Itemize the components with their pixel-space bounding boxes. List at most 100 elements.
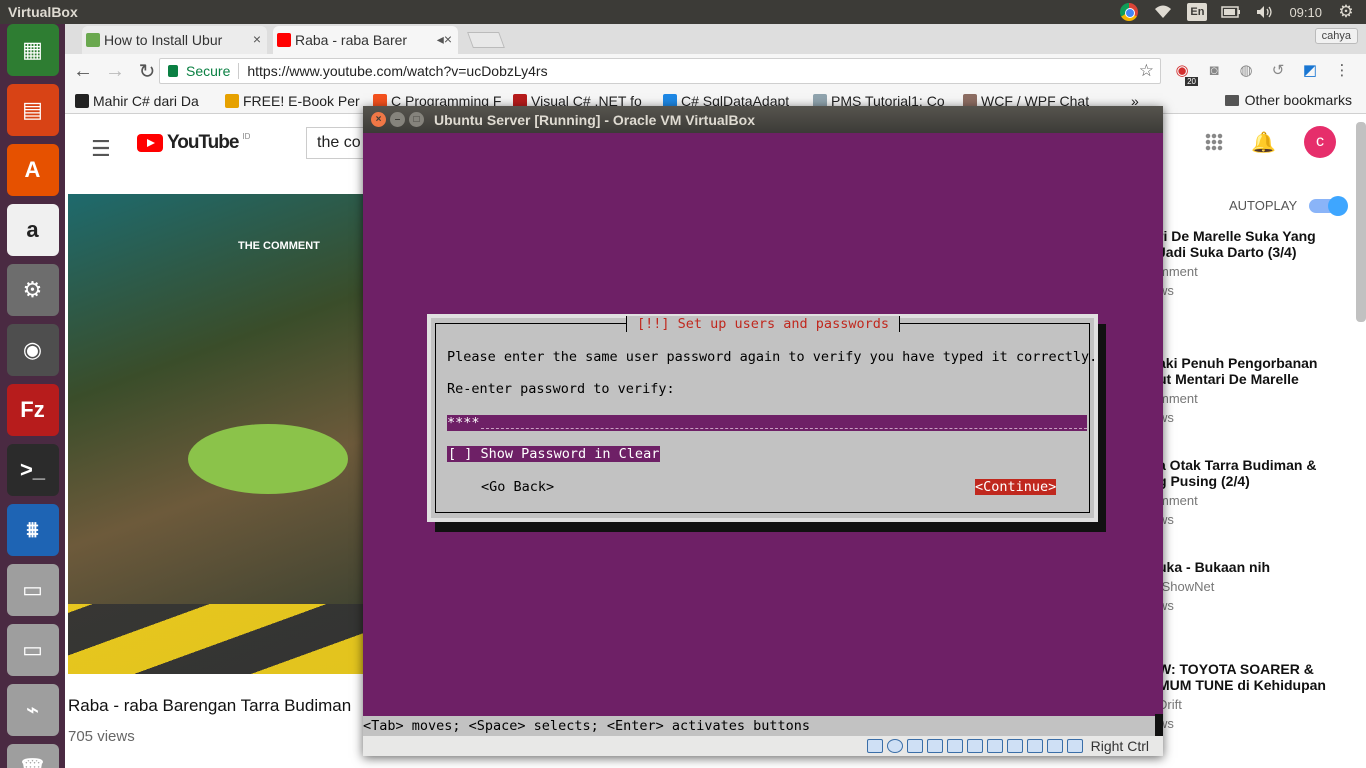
virtualbox-icon[interactable]: ⩩ (6, 504, 59, 556)
show-password-checkbox[interactable]: [ ] Show Password in Clear (447, 446, 661, 462)
adblock-extension-icon[interactable]: ◉ 20 (1172, 60, 1198, 86)
amazon-icon[interactable]: a (6, 204, 59, 256)
vm-titlebar[interactable]: × – □ Ubuntu Server [Running] - Oracle V… (363, 106, 1163, 133)
usb-status-icon[interactable] (946, 739, 963, 753)
filezilla-icon[interactable]: Fz (6, 384, 59, 436)
go-back-button[interactable]: <Go Back> (481, 479, 554, 495)
apps-grid-icon[interactable] (1205, 133, 1224, 151)
globe-extension-icon[interactable]: ◍ (1236, 60, 1256, 80)
wifi-icon[interactable] (1153, 3, 1173, 21)
back-arrow-icon[interactable]: ← (69, 57, 97, 85)
recommendation-item[interactable]: W: TOYOTA SOARER & MUM TUNE di Kehidupan… (1158, 661, 1358, 731)
optical-drive-status-icon[interactable] (886, 739, 903, 753)
shared-folders-status-icon[interactable] (966, 739, 983, 753)
new-tab-button[interactable] (467, 32, 505, 48)
password-field-label: Re-enter password to verify: (447, 381, 675, 397)
display-status-icon[interactable] (986, 739, 1003, 753)
tab-how-to-install[interactable]: How to Install Ubur × (82, 26, 267, 54)
tab-raba-raba[interactable]: Raba - raba Barer ◂× (273, 26, 458, 54)
bookmark-star-icon[interactable]: ☆ (1139, 61, 1154, 81)
recommendation-item[interactable]: ri De Marelle Suka Yang Jadi Suka Darto … (1158, 228, 1358, 298)
recommendation-item[interactable]: aki Penuh Pengorbanan ut Mentari De Mare… (1158, 355, 1358, 425)
maximize-window-icon[interactable]: □ (409, 112, 424, 127)
libreoffice-calc-icon[interactable]: ▦ (6, 24, 59, 76)
history-extension-icon[interactable]: ↺ (1268, 60, 1288, 80)
gear-icon[interactable]: ⚙ (1336, 2, 1356, 21)
chrome-icon[interactable]: ◉ (6, 324, 59, 376)
other-bookmarks-button[interactable]: Other bookmarks (1224, 92, 1352, 108)
trash-icon[interactable]: 🗑 (6, 744, 59, 768)
libreoffice-impress-icon[interactable]: ▤ (6, 84, 59, 136)
network-status-icon[interactable] (926, 739, 943, 753)
avatar[interactable]: c (1304, 126, 1336, 158)
youtube-play-icon (137, 134, 163, 152)
password-verify-input[interactable]: **** (447, 415, 1087, 431)
dialog-frame: [!!] Set up users and passwords Please e… (435, 316, 1097, 513)
chrome-tray-icon[interactable] (1119, 3, 1139, 21)
video-views: 705 views (68, 728, 135, 745)
close-tab-icon[interactable]: × (253, 31, 261, 47)
drive-icon[interactable]: ▭ (6, 564, 59, 616)
vm-window-title: Ubuntu Server [Running] - Oracle VM Virt… (434, 111, 756, 128)
camera-extension-icon[interactable]: ◙ (1204, 60, 1224, 80)
hard-disk-status-icon[interactable] (866, 739, 883, 753)
bookmark-item[interactable]: FREE! E-Book Per (225, 93, 363, 109)
ubuntu-software-icon[interactable]: A (6, 144, 59, 196)
minimize-window-icon[interactable]: – (390, 112, 405, 127)
system-settings-icon[interactable]: ⚙ (6, 264, 59, 316)
youtube-logo[interactable]: YouTube ID (137, 132, 250, 154)
forward-arrow-icon[interactable]: → (101, 57, 129, 85)
folder-icon (1224, 94, 1239, 106)
video-player[interactable]: THE COMMENT (68, 194, 368, 674)
clock[interactable]: 09:10 (1289, 5, 1322, 20)
help-line-corner (1155, 714, 1163, 736)
hamburger-menu-icon[interactable]: ☰ (91, 136, 111, 162)
recommendation-item[interactable]: a Otak Tarra Budiman & g Pusing (2/4) mm… (1158, 457, 1358, 527)
video-overlay-text: THE COMMENT (238, 240, 320, 252)
host-key-label[interactable]: Right Ctrl (1091, 738, 1149, 754)
cpu-status-icon[interactable] (1026, 739, 1043, 753)
profile-chip[interactable]: cahya (1314, 28, 1358, 44)
system-tray: En 09:10 ⚙ (1119, 2, 1366, 21)
window-controls: × – □ (371, 112, 424, 127)
battery-icon[interactable] (1221, 3, 1241, 21)
virtualbox-window: × – □ Ubuntu Server [Running] - Oracle V… (363, 106, 1163, 756)
recommendation-item[interactable]: uka - Bukaan nih tShowNet ws (1158, 559, 1358, 613)
keyboard-language-indicator[interactable]: En (1187, 3, 1208, 21)
autoplay-toggle[interactable] (1309, 195, 1349, 216)
extension-badge: 20 (1185, 77, 1198, 86)
installer-help-line: <Tab> moves; <Space> selects; <Enter> ac… (363, 716, 1163, 736)
header-actions: 🔔 c (1205, 126, 1336, 158)
terminal-icon[interactable]: >_ (6, 444, 59, 496)
screenshot-extension-icon[interactable]: ◩ (1300, 60, 1320, 80)
vm-status-bar: Right Ctrl (363, 736, 1163, 756)
page-scrollbar[interactable] (1356, 122, 1366, 322)
close-tab-icon[interactable]: ◂× (437, 31, 452, 48)
keyboard-capture-status-icon[interactable] (1066, 739, 1083, 753)
vm-screen[interactable]: [!!] Set up users and passwords Please e… (363, 133, 1163, 736)
tab-favicon (86, 33, 100, 47)
browser-tab-strip: How to Install Ubur × Raba - raba Barer … (65, 24, 1366, 54)
video-scene-shape (188, 424, 348, 494)
launcher: ▦ ▤ Aa ⚙ ◉ Fz >_ ⩩ ▭ ▭ ⌁ 🗑 (0, 24, 65, 768)
mouse-integration-status-icon[interactable] (1046, 739, 1063, 753)
autoplay-row: AUTOPLAY (1229, 195, 1349, 216)
close-window-icon[interactable]: × (371, 112, 386, 127)
continue-button[interactable]: <Continue> (975, 479, 1057, 495)
top-panel: VirtualBox En 09:10 ⚙ (0, 0, 1366, 24)
address-bar[interactable]: Secure https://www.youtube.com/watch?v=u… (159, 58, 1161, 84)
bookmark-favicon (225, 93, 239, 108)
volume-icon[interactable] (1255, 3, 1275, 21)
lock-icon (168, 65, 178, 77)
drive2-icon[interactable]: ▭ (6, 624, 59, 676)
video-title: Raba - raba Barengan Tarra Budiman (68, 696, 352, 715)
usb-icon[interactable]: ⌁ (6, 684, 59, 736)
url-text[interactable]: https://www.youtube.com/watch?v=ucDobzLy… (247, 63, 547, 79)
reload-icon[interactable]: ↻ (133, 57, 161, 85)
notifications-bell-icon[interactable]: 🔔 (1251, 130, 1276, 155)
browser-toolbar: ← → ↻ Secure https://www.youtube.com/wat… (65, 54, 1366, 88)
menu-dots-icon[interactable]: ⋮ (1332, 60, 1352, 80)
audio-status-icon[interactable] (906, 739, 923, 753)
video-capture-status-icon[interactable] (1006, 739, 1023, 753)
bookmark-item[interactable]: Mahir C# dari Da (75, 93, 215, 109)
